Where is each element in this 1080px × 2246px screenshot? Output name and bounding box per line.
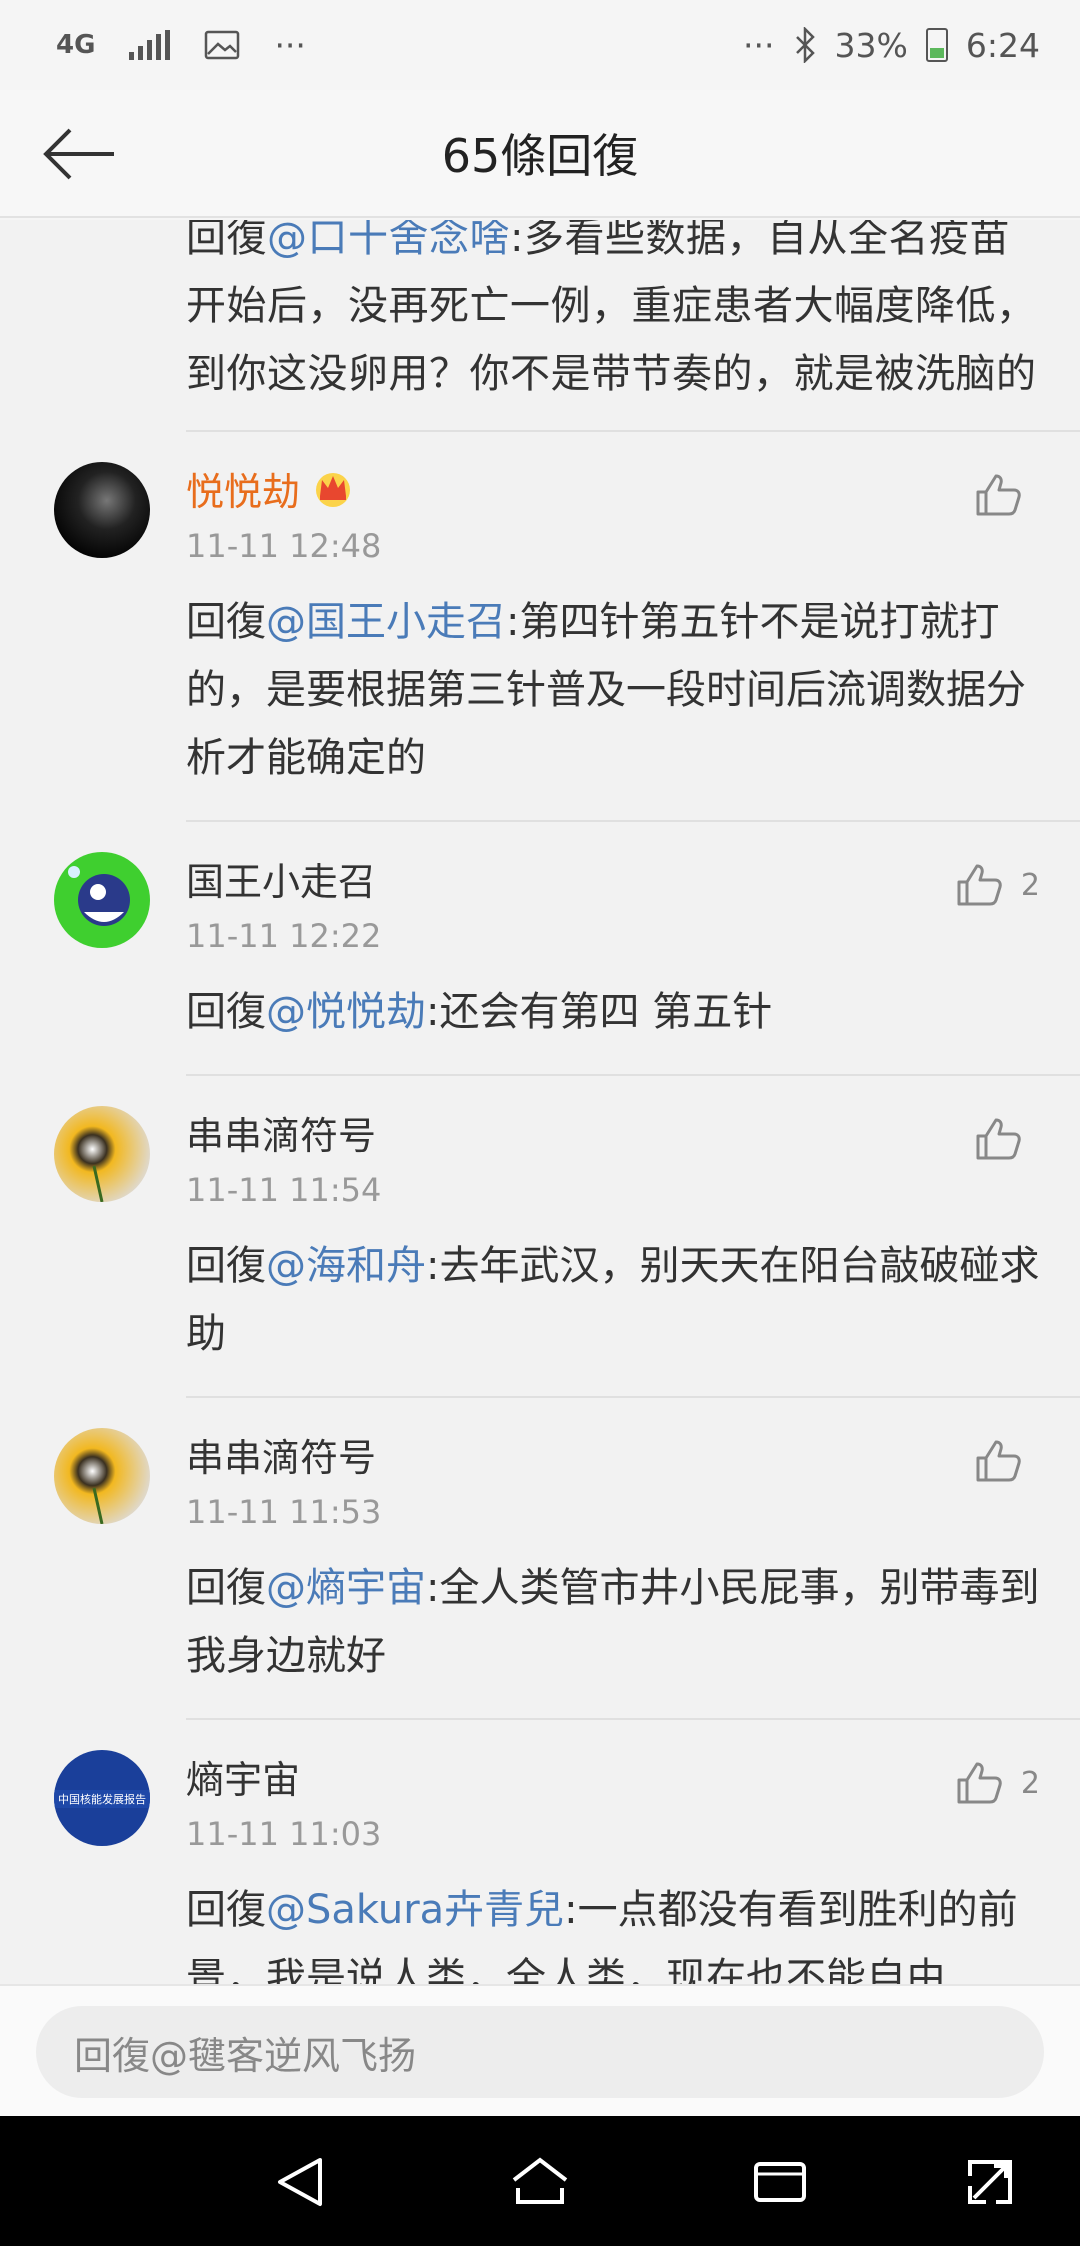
reply-input[interactable]: 回復@毽客逆风飞扬: [36, 2006, 1044, 2098]
comment-item: 串串滴符号 11-11 11:53 回復@熵宇宙:全人类管市井小民屁事，别带毒到…: [0, 1398, 1080, 1720]
comment-text: 回復@熵宇宙:全人类管市井小民屁事，别带毒到我身边就好: [186, 1554, 1040, 1700]
reply-prefix: 回復: [186, 1243, 266, 1289]
nav-expand-icon[interactable]: [960, 2152, 1020, 2212]
network-indicator: 4G: [56, 30, 96, 60]
comment-time: 11-11 12:48: [186, 527, 382, 565]
username[interactable]: 熵宇宙: [186, 1749, 300, 1804]
comment-item: 国王小走召 2 11-11 12:22 回復@悦悦劫:还会有第四 第五针: [0, 822, 1080, 1076]
thumbs-up-icon: [957, 864, 1002, 906]
page-title: 65條回復: [441, 129, 639, 183]
signal-icon: [129, 30, 171, 60]
mention-link[interactable]: @熵宇宙: [266, 1565, 426, 1611]
mention-link[interactable]: @海和舟: [266, 1243, 426, 1289]
nav-back-icon[interactable]: [270, 2152, 330, 2212]
partial-reply-text: 回復@口十舍念啥:多看些数据，自从全名疫苗开始后，没再死亡一例，重症患者大幅度降…: [186, 220, 1040, 408]
avatar[interactable]: [54, 852, 150, 948]
reply-input-bar: 回復@毽客逆风飞扬: [0, 1984, 1080, 2116]
thumbs-up-icon: [976, 1118, 1021, 1160]
reply-body: :还会有第四 第五针: [426, 989, 773, 1035]
reply-prefix: 回復: [186, 220, 267, 261]
comment-time: 11-11 12:22: [186, 917, 382, 955]
status-bar: 4G ··· ··· 33% 6:24: [0, 0, 1080, 90]
comment-item: 串串滴符号 11-11 11:54 回復@海和舟:去年武汉，别天天在阳台敲破碰求…: [0, 1076, 1080, 1398]
like-count: 2: [1020, 1765, 1040, 1801]
reply-prefix: 回復: [186, 1887, 266, 1933]
username[interactable]: 串串滴符号: [186, 1427, 376, 1482]
mention-link[interactable]: @口十舍念啥: [267, 220, 510, 261]
reply-list[interactable]: 回復@口十舍念啥:多看些数据，自从全名疫苗开始后，没再死亡一例，重症患者大幅度降…: [0, 220, 1080, 1984]
more-notifications-icon: ···: [274, 25, 306, 65]
like-count: 2: [1020, 867, 1040, 903]
avatar[interactable]: [54, 1106, 150, 1202]
avatar-report-text: 中国核能发展报告: [58, 1792, 146, 1806]
thumbs-up-icon: [976, 474, 1021, 516]
thumbs-up-icon: [957, 1762, 1002, 1804]
like-button[interactable]: 2: [955, 1760, 1040, 1806]
mention-link[interactable]: @国王小走召: [266, 599, 506, 645]
back-arrow-icon[interactable]: [40, 124, 120, 184]
mention-link[interactable]: @悦悦劫: [266, 989, 426, 1035]
reply-prefix: 回復: [186, 599, 266, 645]
avatar[interactable]: [54, 462, 150, 558]
username[interactable]: 串串滴符号: [186, 1105, 376, 1160]
battery-percent: 33%: [834, 25, 908, 65]
header: 65條回復: [0, 90, 1080, 218]
comment-text: 回復@Sakura卉青兒:一点都没有看到胜利的前景，我是说人类，全人类，现在也不…: [186, 1876, 1040, 1984]
comment-text: 回復@悦悦劫:还会有第四 第五针: [186, 978, 1040, 1056]
avatar[interactable]: 中国核能发展报告: [54, 1750, 150, 1846]
comment-item: 中国核能发展报告 熵宇宙 2 11-11 11:03 回復@Sakura卉青兒:…: [0, 1720, 1080, 1984]
comment-item: 悦悦劫 11-11 12:48 回復@国王小走召:第四针第五针不是说打就打的，是…: [0, 432, 1080, 822]
username[interactable]: 悦悦劫: [186, 461, 300, 516]
vip-crown-icon: [316, 473, 351, 507]
system-nav-bar: [0, 2116, 1080, 2246]
reply-prefix: 回復: [186, 1565, 266, 1611]
battery-icon: [925, 28, 948, 62]
reply-prefix: 回復: [186, 989, 266, 1035]
mention-link[interactable]: @Sakura卉青兒: [266, 1887, 564, 1933]
nav-recents-icon[interactable]: [750, 2152, 810, 2212]
like-button[interactable]: 2: [955, 862, 1040, 908]
thumbs-up-icon: [976, 1440, 1021, 1482]
like-button[interactable]: [974, 1438, 1040, 1484]
comment-time: 11-11 11:53: [186, 1493, 382, 1531]
more-status-icon: ···: [743, 25, 775, 65]
comment-text: 回復@国王小走召:第四针第五针不是说打就打的，是要根据第三针普及一段时间后流调数…: [186, 588, 1040, 802]
comment-time: 11-11 11:03: [186, 1815, 382, 1853]
like-button[interactable]: [974, 472, 1040, 518]
comment-time: 11-11 11:54: [186, 1171, 382, 1209]
avatar[interactable]: [54, 1428, 150, 1524]
comment-text: 回復@海和舟:去年武汉，别天天在阳台敲破碰求助: [186, 1232, 1040, 1378]
nav-home-icon[interactable]: [510, 2152, 570, 2212]
like-button[interactable]: [974, 1116, 1040, 1162]
bluetooth-icon: [795, 27, 815, 63]
clock: 6:24: [965, 25, 1040, 65]
image-notification-icon: [205, 30, 240, 60]
username[interactable]: 国王小走召: [186, 851, 376, 906]
